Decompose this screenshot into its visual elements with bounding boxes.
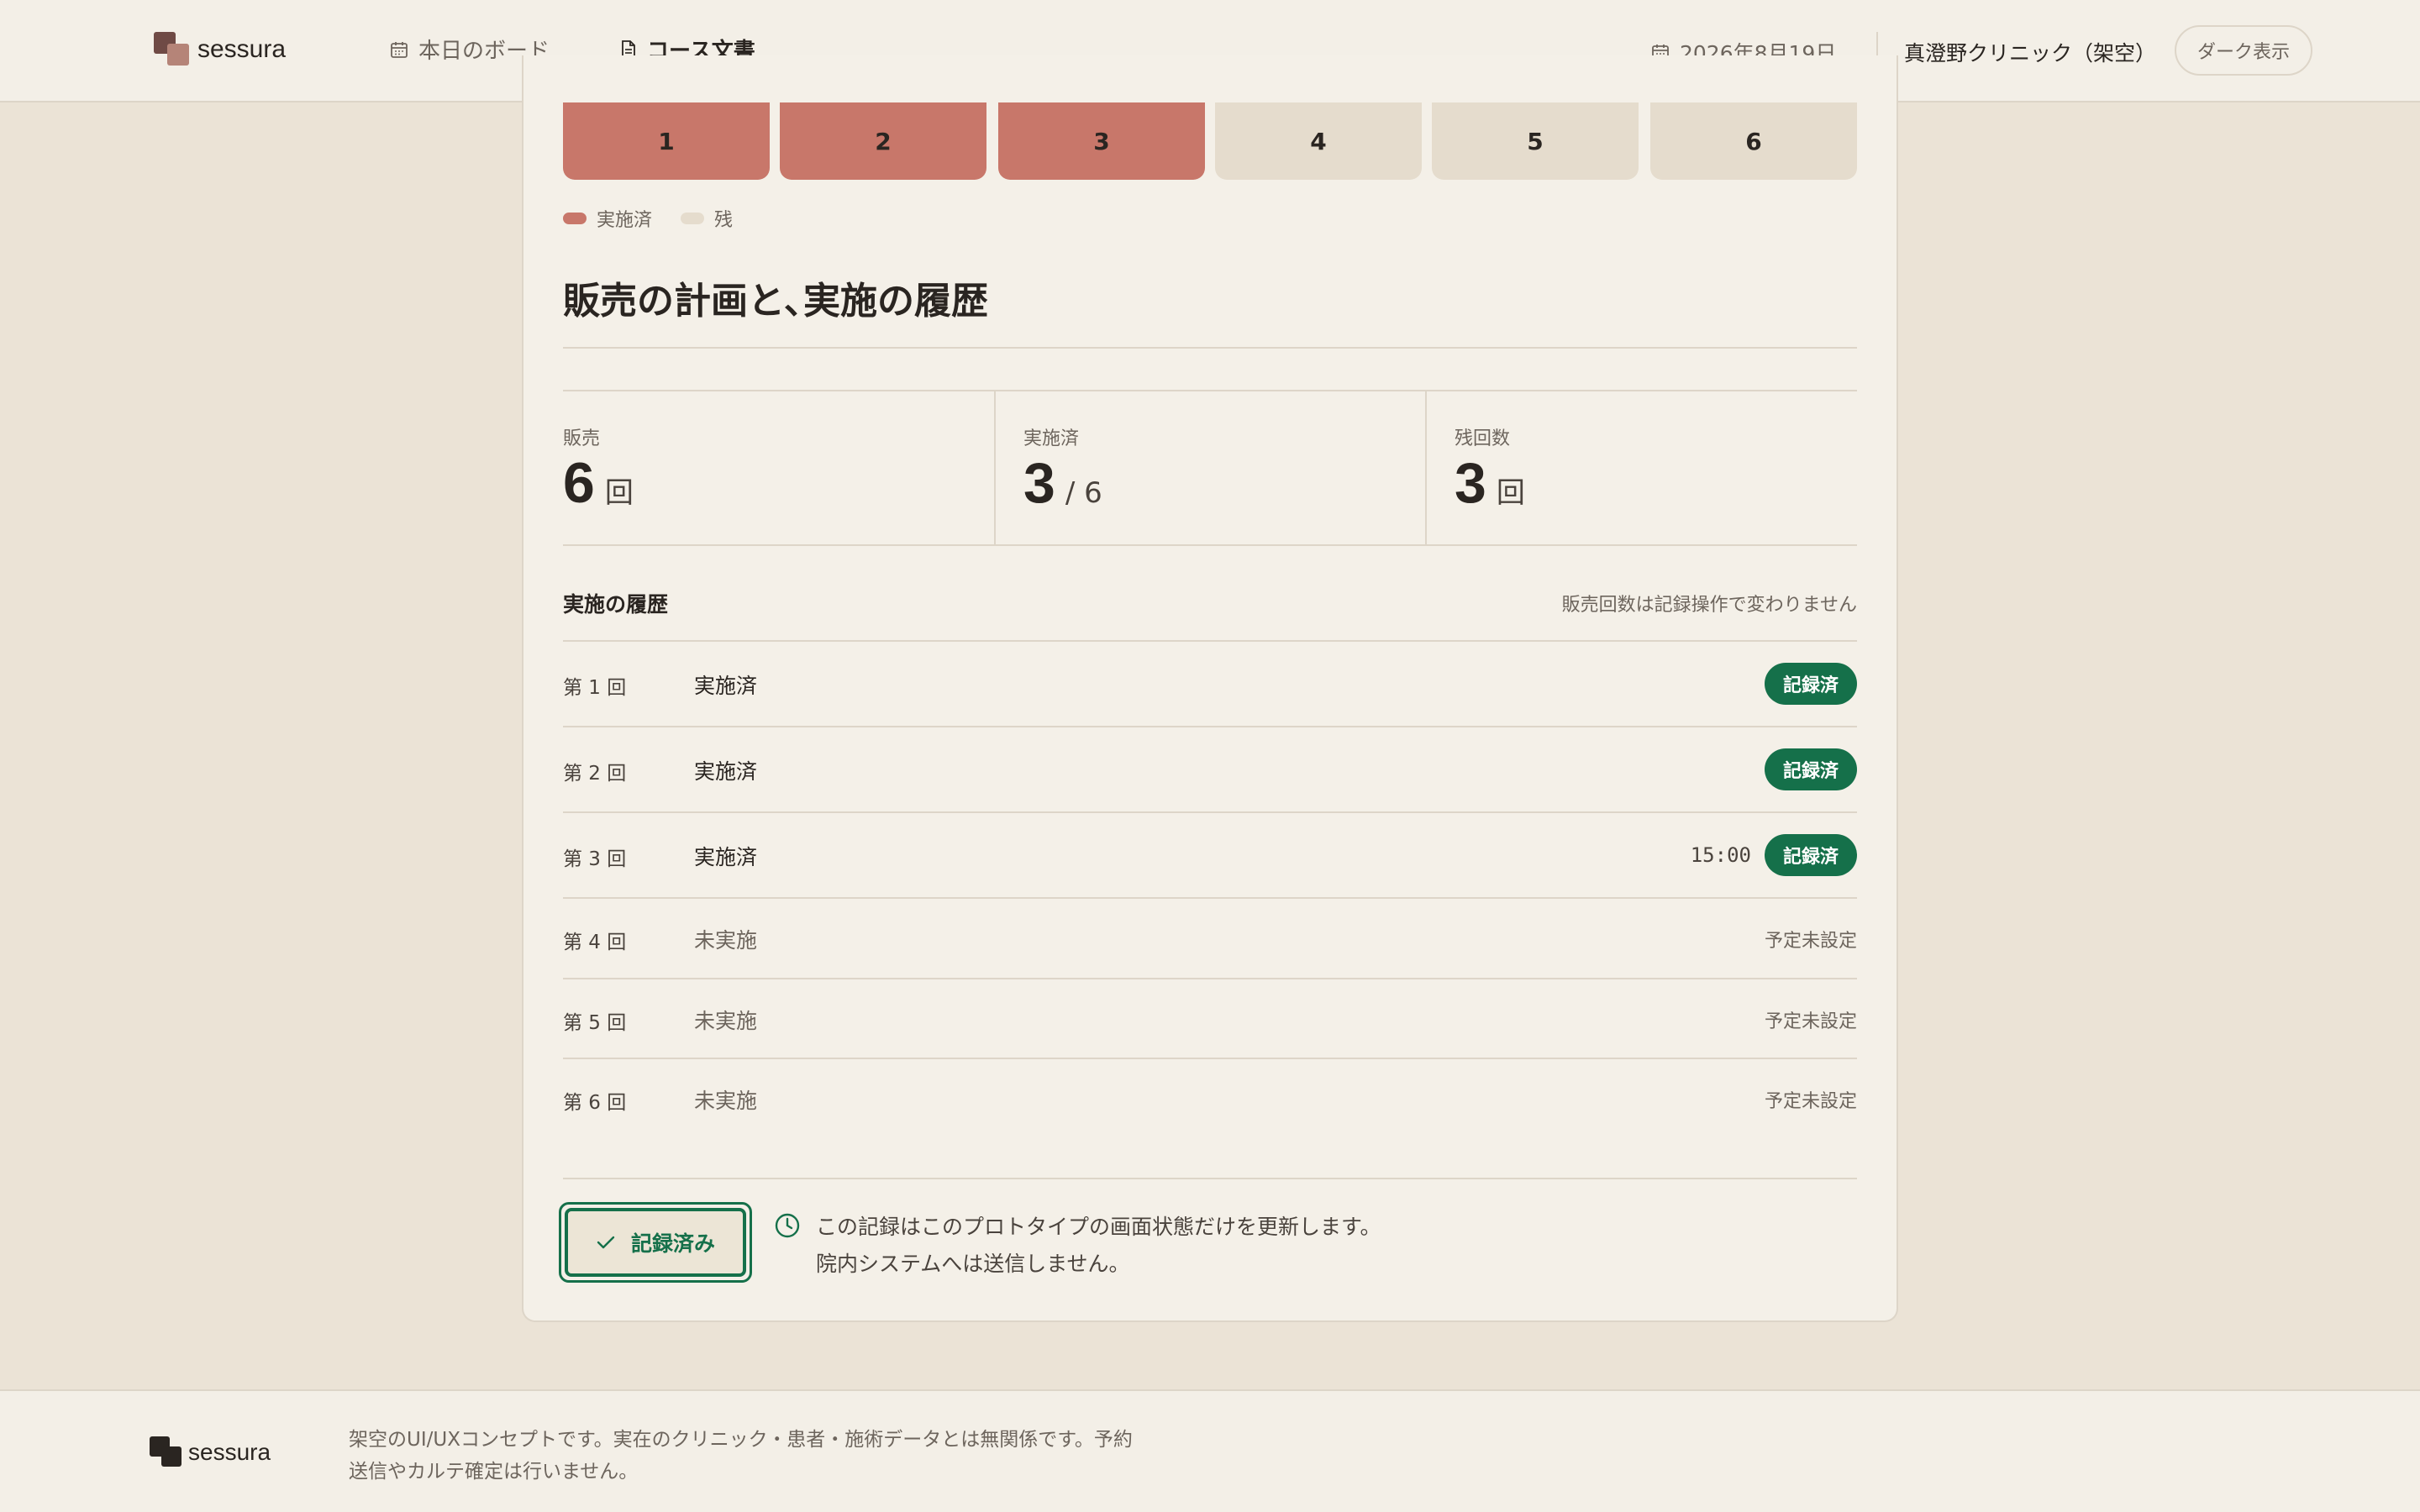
schedule-unset: 予定未設定 — [1764, 931, 1857, 952]
row-number: 第 5 回 — [563, 1012, 627, 1034]
dark-mode-button[interactable]: ダーク表示 — [2175, 25, 2312, 76]
stat-remaining-unit: 回 — [1496, 476, 1525, 510]
logo-text: sessura — [197, 35, 287, 63]
logo-mark-icon — [150, 1436, 183, 1468]
stat-separator — [1425, 391, 1427, 544]
recorded-badge: 記録済 — [1764, 834, 1857, 876]
stat-separator — [994, 391, 996, 544]
row-number: 第 4 回 — [563, 932, 627, 953]
row-number: 第 2 回 — [563, 763, 627, 785]
stat-remaining: 残回数 3 回 — [1455, 391, 1849, 544]
stat-sold-label: 販売 — [563, 428, 601, 449]
stat-done-value: 3 — [1023, 451, 1055, 515]
footer-disclaimer-line-1: 架空のUI/UXコンセプトです。実在のクリニック・患者・施術データとは無関係です… — [349, 1429, 1133, 1451]
history-row[interactable]: 第 1 回 実施済 記録済 — [563, 642, 1857, 726]
stat-sold-value: 6 — [563, 451, 595, 515]
record-note-line-2: 院内システムへは送信しません。 — [816, 1252, 1130, 1276]
session-block-5[interactable]: 5 — [1432, 102, 1639, 180]
clinic-name: 真澄野クリニック（架空） — [1904, 41, 2157, 66]
history-row[interactable]: 第 4 回 未実施 予定未設定 — [563, 899, 1857, 978]
row-status: 未実施 — [694, 1089, 758, 1113]
row-number: 第 6 回 — [563, 1092, 627, 1114]
row-number: 第 1 回 — [563, 677, 627, 699]
session-block-1[interactable]: 1 — [563, 102, 770, 180]
stat-remaining-value: 3 — [1455, 451, 1486, 515]
row-time: 15:00 — [1690, 843, 1751, 867]
history-row[interactable]: 第 6 回 未実施 予定未設定 — [563, 1059, 1857, 1138]
session-block-2[interactable]: 2 — [780, 102, 986, 180]
legend-done-swatch — [563, 213, 587, 224]
legend-done-label: 実施済 — [597, 210, 653, 231]
stat-sold: 販売 6 回 — [563, 391, 992, 544]
title-divider — [563, 347, 1857, 349]
clock-icon — [775, 1213, 800, 1238]
row-number: 第 3 回 — [563, 848, 627, 870]
schedule-unset: 予定未設定 — [1764, 1011, 1857, 1032]
stat-sold-unit: 回 — [604, 476, 634, 510]
recorded-badge: 記録済 — [1764, 663, 1857, 705]
record-done-label: 記録済み — [630, 1232, 715, 1256]
stat-remaining-label: 残回数 — [1455, 428, 1511, 449]
row-status: 実施済 — [694, 845, 758, 869]
stats-bottom-rule — [563, 544, 1857, 546]
history-row[interactable]: 第 2 回 実施済 記録済 — [563, 727, 1857, 811]
session-legend: 実施済 残 — [563, 205, 761, 232]
row-status: 実施済 — [694, 674, 758, 698]
session-block-4[interactable]: 4 — [1215, 102, 1422, 180]
logo-mark-icon — [154, 32, 191, 67]
check-icon — [597, 1236, 615, 1249]
stat-done-label: 実施済 — [1023, 428, 1080, 449]
brand-logo[interactable]: sessura — [154, 32, 286, 67]
record-note-line-1: この記録はこのプロトタイプの画面状態だけを更新します。 — [816, 1215, 1381, 1239]
legend-left-label: 残 — [714, 210, 734, 231]
row-status: 実施済 — [694, 759, 758, 784]
session-block-3[interactable]: 3 — [998, 102, 1205, 180]
record-done-button[interactable]: 記録済み — [559, 1202, 752, 1283]
schedule-unset: 予定未設定 — [1764, 1091, 1857, 1112]
history-row[interactable]: 第 3 回 実施済 15:00 記録済 — [563, 813, 1857, 897]
history-title: 実施の履歴 — [563, 592, 669, 617]
session-progress: 1 2 3 4 5 6 — [563, 102, 1857, 180]
page-title: 販売の計画と､実施の履歴 — [563, 280, 988, 323]
calendar-icon — [391, 41, 408, 58]
footer-logo-text: sessura — [188, 1439, 271, 1465]
footer-disclaimer-line-2: 送信やカルテ確定は行いません。 — [349, 1461, 639, 1483]
footer: sessura 架空のUI/UXコンセプトです。実在のクリニック・患者・施術デー… — [0, 1389, 2420, 1512]
history-note: 販売回数は記録操作で変わりません — [1561, 595, 1857, 616]
row-status: 未実施 — [694, 928, 758, 953]
footer-logo[interactable]: sessura — [150, 1436, 271, 1468]
stat-done-total: / 6 — [1065, 476, 1102, 510]
legend-left-swatch — [681, 213, 705, 224]
session-block-6[interactable]: 6 — [1650, 102, 1857, 180]
actions-rule — [563, 1178, 1857, 1179]
recorded-badge: 記録済 — [1764, 748, 1857, 790]
stat-done: 実施済 3 / 6 — [1023, 391, 1427, 544]
history-row[interactable]: 第 5 回 未実施 予定未設定 — [563, 979, 1857, 1058]
row-status: 未実施 — [694, 1009, 758, 1033]
